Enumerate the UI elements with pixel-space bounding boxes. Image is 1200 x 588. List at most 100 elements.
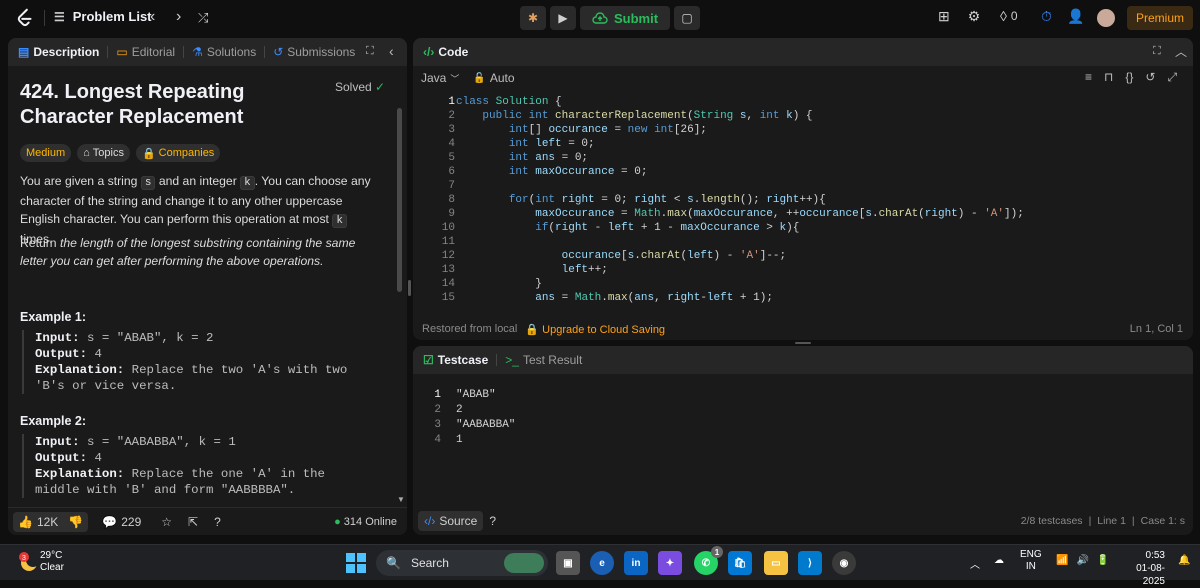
file-explorer-icon[interactable]: ▭ xyxy=(764,551,788,575)
cursor-position: Ln 1, Col 1 xyxy=(1129,323,1183,335)
like-button[interactable]: 👍 12K 👎 xyxy=(13,511,89,532)
copilot-icon[interactable]: ✦ xyxy=(658,551,682,575)
scroll-down-icon[interactable]: ▼ xyxy=(397,495,405,504)
line-number: 4 xyxy=(434,434,441,446)
leetcode-logo-icon[interactable] xyxy=(14,7,36,29)
help-icon[interactable]: ? xyxy=(214,515,221,529)
flame-icon: ◊ xyxy=(1000,8,1007,24)
collapse-up-icon[interactable]: ︿ xyxy=(1175,43,1187,60)
auto-mode-toggle[interactable]: 🔓 Auto xyxy=(473,71,514,85)
tab-editorial[interactable]: ▭ Editorial xyxy=(116,45,175,59)
notes-button[interactable]: ▢ xyxy=(674,6,701,30)
whatsapp-icon[interactable]: ✆ 1 xyxy=(694,546,723,575)
explanation-label: Explanation: xyxy=(35,363,125,377)
windows-start-icon[interactable] xyxy=(346,553,366,573)
thumbs-down-icon[interactable]: 👎 xyxy=(68,515,83,529)
chrome-icon[interactable]: ◉ xyxy=(832,551,856,575)
collapse-left-icon[interactable]: ‹ xyxy=(389,43,394,59)
tab-submissions[interactable]: ↺ Submissions xyxy=(273,45,355,59)
code-editor[interactable]: 1 class Solution {2 public int characterR… xyxy=(413,94,1193,306)
input-label: Input: xyxy=(35,331,80,345)
tab-test-result[interactable]: >_ Test Result xyxy=(505,353,582,367)
bookmark-icon[interactable]: ⊓ xyxy=(1104,70,1113,85)
horizontal-resize-handle[interactable] xyxy=(795,342,811,344)
taskbar-search[interactable]: 🔍 Search xyxy=(376,550,548,576)
line-number: 1 xyxy=(448,96,455,108)
reset-icon[interactable]: ↺ xyxy=(1145,70,1155,85)
language-label: Java xyxy=(421,71,447,85)
maximize-icon[interactable]: ⛶ xyxy=(366,45,374,58)
braces-icon[interactable]: {} xyxy=(1125,70,1133,85)
code-text: int ans = 0; xyxy=(508,152,589,164)
clock[interactable]: 0:53 01-08-2025 xyxy=(1117,549,1165,588)
tab-description[interactable]: ▤ Description xyxy=(18,45,99,59)
invite-button[interactable]: 👤 xyxy=(1067,8,1084,25)
notifications-icon[interactable]: 🔔 xyxy=(1178,555,1190,566)
moon-weather-icon[interactable]: 3 xyxy=(16,549,42,575)
companies-tag[interactable]: 🔒 Companies xyxy=(135,144,221,162)
task-view-icon[interactable]: ▣ xyxy=(556,551,580,575)
testcase-line[interactable]: 3 "AABABBA" xyxy=(413,419,813,434)
next-problem-button[interactable]: › xyxy=(176,8,181,26)
format-icon[interactable]: ≡ xyxy=(1085,70,1092,85)
output-value: 4 xyxy=(87,451,102,465)
source-button[interactable]: ‹/› Source xyxy=(418,511,484,531)
share-icon[interactable]: ⇱ xyxy=(188,515,198,529)
temperature: 29°C xyxy=(40,550,63,561)
flask-icon: ⚗ xyxy=(192,45,203,59)
line-number: 3 xyxy=(448,124,455,136)
companies-label: Companies xyxy=(158,147,215,159)
submit-button[interactable]: Submit xyxy=(580,6,671,30)
run-button[interactable]: ▶ xyxy=(550,6,576,30)
comment-icon[interactable]: 💬 xyxy=(102,515,117,529)
star-icon[interactable]: ☆ xyxy=(161,515,172,529)
code-scrollbar[interactable] xyxy=(413,302,1193,303)
timer-button[interactable]: ⏱ xyxy=(1041,8,1052,25)
testcase-count: 2/8 testcases xyxy=(1020,515,1083,527)
help-icon[interactable]: ? xyxy=(489,514,496,528)
avatar[interactable] xyxy=(1097,9,1115,27)
testcase-line[interactable]: 22 xyxy=(413,404,813,419)
problem-list-button[interactable]: ☰ Problem List xyxy=(54,9,152,24)
topics-tag[interactable]: ⌂ Topics xyxy=(77,144,130,162)
random-problem-button[interactable]: ⤮ xyxy=(198,10,208,26)
system-tray[interactable]: 📶 🔊 🔋 xyxy=(1056,555,1109,566)
language-select[interactable]: Java ﹀ xyxy=(421,71,459,85)
tab-code[interactable]: ‹/› Code xyxy=(423,45,468,59)
description-scrollbar[interactable] xyxy=(397,108,402,292)
chevron-down-icon: ﹀ xyxy=(450,73,460,84)
settings-gear-icon[interactable]: ⚙ xyxy=(968,8,981,25)
linkedin-icon[interactable]: in xyxy=(624,551,648,575)
code-status-bar: Restored from local 🔒 Upgrade to Cloud S… xyxy=(413,320,1193,338)
output-value: 4 xyxy=(87,347,102,361)
vscode-icon[interactable]: ⟩ xyxy=(798,551,822,575)
expand-icon[interactable]: ⤢ xyxy=(1167,70,1177,85)
online-dot-icon: ● xyxy=(334,515,341,528)
submit-label: Submit xyxy=(614,10,659,26)
language-indicator[interactable]: ENG IN xyxy=(1020,549,1042,573)
onedrive-icon[interactable]: ☁ xyxy=(994,555,1004,566)
layout-icon[interactable]: ⊞ xyxy=(938,8,950,25)
edge-icon[interactable]: e xyxy=(590,551,614,575)
run-controls: ✱ ▶ Submit ▢ xyxy=(520,6,701,30)
testcase-value: 1 xyxy=(456,434,463,446)
testcase-line[interactable]: 1 "ABAB" xyxy=(413,389,813,404)
upgrade-cloud-link[interactable]: 🔒 Upgrade to Cloud Saving xyxy=(525,323,665,336)
debug-button[interactable]: ✱ xyxy=(520,6,546,30)
search-highlight-icon xyxy=(504,553,544,573)
store-icon[interactable]: 🛍 xyxy=(728,551,752,575)
weather-widget[interactable]: 29°C Clear xyxy=(40,550,64,574)
show-hidden-icons[interactable]: ︿ xyxy=(970,556,980,571)
prev-problem-button[interactable]: ‹ xyxy=(150,8,155,26)
maximize-icon[interactable]: ⛶ xyxy=(1153,45,1161,58)
tab-solutions[interactable]: ⚗ Solutions xyxy=(192,45,256,59)
comment-count[interactable]: 229 xyxy=(121,515,141,529)
testcase-line[interactable]: 41 xyxy=(413,434,813,449)
tab-solutions-label: Solutions xyxy=(206,45,257,59)
thumbs-up-icon: 👍 xyxy=(18,514,33,529)
streak-counter[interactable]: ◊ 0 xyxy=(1000,8,1018,24)
premium-button[interactable]: Premium xyxy=(1127,6,1193,30)
tab-testcase[interactable]: ☑ Testcase xyxy=(423,353,488,367)
output-label: Output: xyxy=(35,451,88,465)
vertical-resize-handle[interactable] xyxy=(408,280,411,296)
